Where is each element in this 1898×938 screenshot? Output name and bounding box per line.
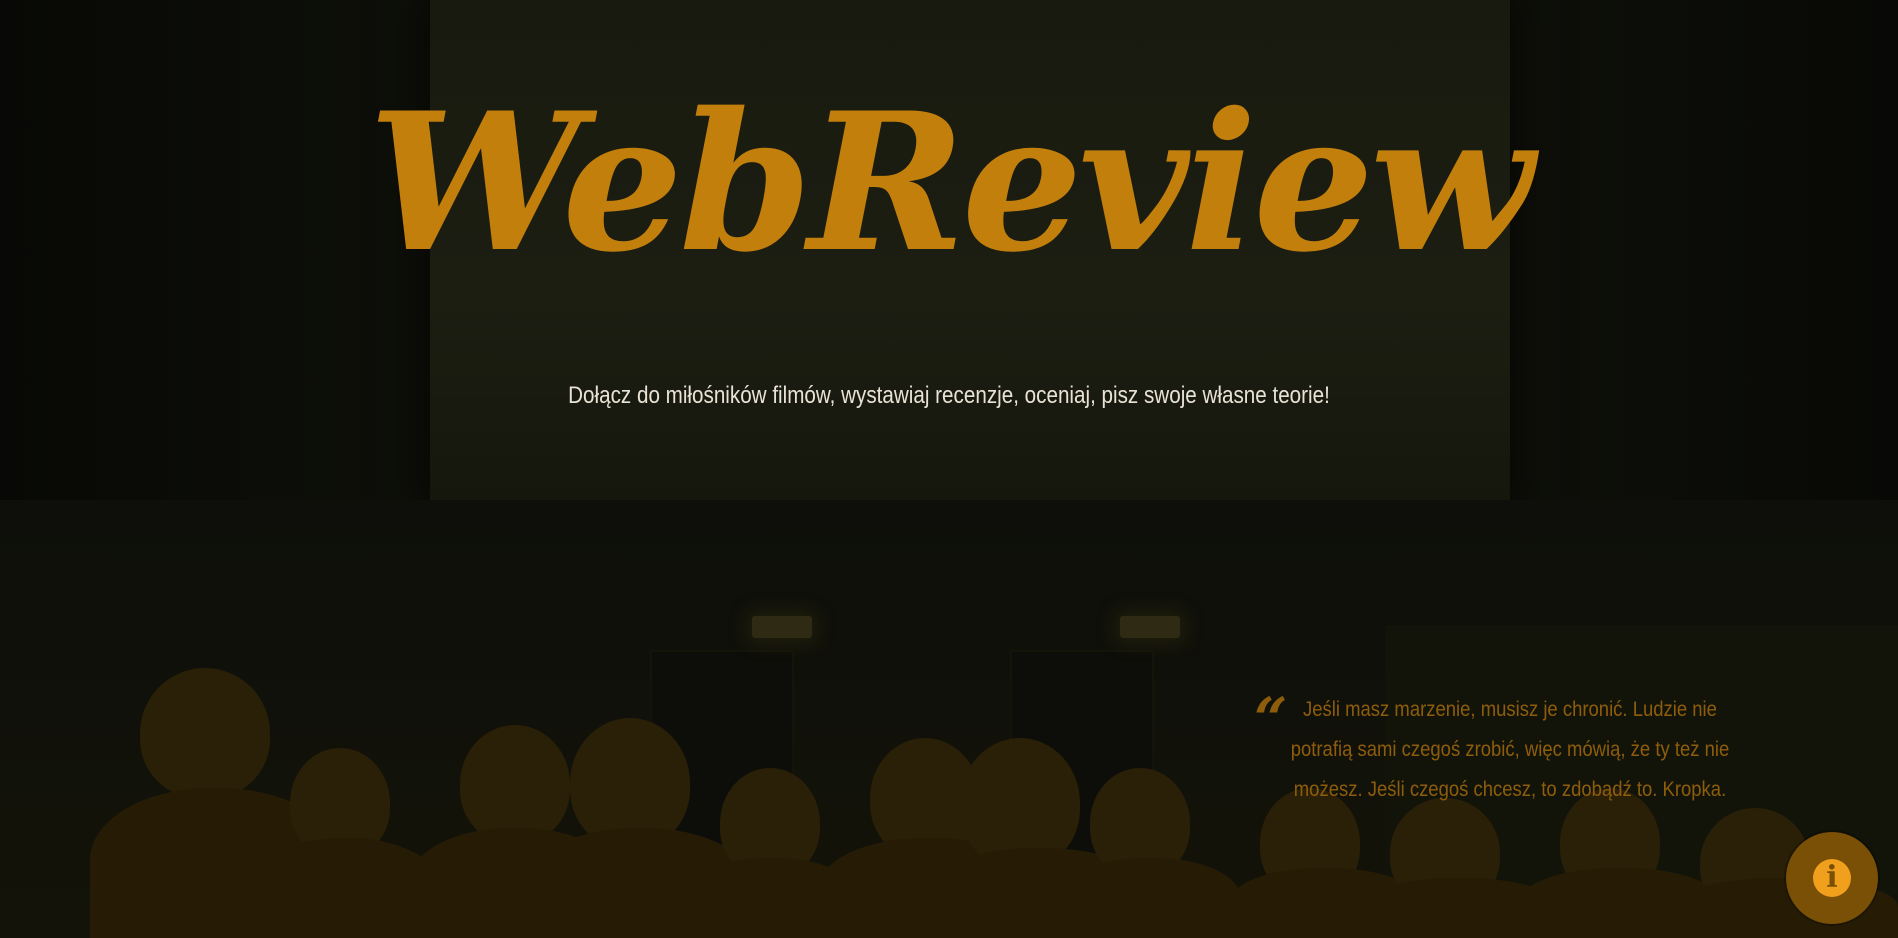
audience-body: [1060, 858, 1240, 938]
info-icon: i: [1813, 859, 1851, 897]
audience-head: [460, 725, 570, 843]
hero-quote-text: Jeśli masz marzenie, musisz je chronić. …: [1290, 698, 1730, 801]
background-light: [1120, 616, 1180, 638]
audience-head: [140, 668, 270, 798]
info-button[interactable]: i: [1786, 832, 1878, 924]
background-light: [752, 616, 812, 638]
hero-quote: Jeśli masz marzenie, musisz je chronić. …: [1240, 690, 1780, 810]
hero-section: WebReview Dołącz do miłośników filmów, w…: [0, 0, 1898, 938]
site-logo: WebReview: [368, 71, 1533, 294]
hero-tagline: Dołącz do miłośników filmów, wystawiaj r…: [568, 382, 1330, 409]
